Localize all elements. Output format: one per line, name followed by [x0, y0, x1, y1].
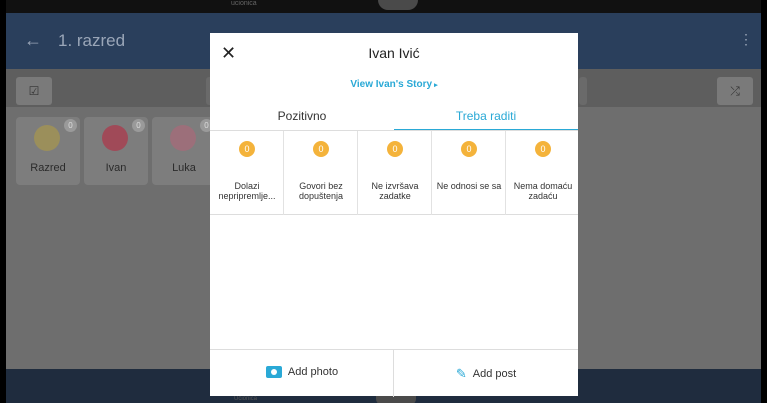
shuffle-icon: ⤮	[730, 84, 740, 98]
skill-tile[interactable]: 0 Ne odnosi se sa	[432, 131, 506, 215]
status-tiny-text: ucionica	[231, 0, 257, 7]
student-card-luka[interactable]: 0 Luka	[152, 117, 216, 185]
skill-tile[interactable]: 0 Dolazi nepripremlje...	[210, 131, 284, 215]
feedback-tabs: Pozitivno Treba raditi	[210, 105, 578, 131]
add-post-content: ✎ Add post	[394, 366, 578, 382]
skill-count-badge: 0	[461, 141, 477, 157]
student-card-ivan[interactable]: 0 Ivan	[84, 117, 148, 185]
add-photo-label: Add photo	[287, 366, 339, 378]
skill-count-badge: 0	[239, 141, 255, 157]
shuffle-button[interactable]: ⤮	[717, 77, 753, 105]
tab-pozitivno[interactable]: Pozitivno	[210, 105, 394, 131]
skill-label: Dolazi nepripremlje...	[218, 181, 276, 201]
add-post-label: Add post	[472, 367, 517, 380]
skill-count-badge: 0	[535, 141, 551, 157]
checkbox-icon: ☑	[28, 84, 40, 98]
avatar	[170, 125, 196, 151]
avatar	[34, 125, 60, 151]
play-arrow-icon: ▸	[434, 82, 438, 89]
pencil-icon: ✎	[455, 366, 467, 381]
skill-tile[interactable]: 0 Nema domaću zadaću	[506, 131, 578, 215]
skill-count-badge: 0	[313, 141, 329, 157]
add-post-button[interactable]: ✎ Add post	[394, 350, 578, 397]
class-title: 1. razred	[58, 31, 126, 50]
more-menu-icon[interactable]: ⋮	[739, 31, 753, 48]
status-strip: ucionica	[6, 0, 761, 13]
points-badge: 0	[132, 119, 145, 132]
student-name: Luka	[172, 162, 196, 174]
skill-count-badge: 0	[387, 141, 403, 157]
select-multiple-button[interactable]: ☑	[16, 77, 52, 105]
top-notch	[378, 0, 418, 10]
add-photo-content: Add photo	[210, 366, 394, 379]
skill-tile[interactable]: 0 Ne izvršava zadatke	[358, 131, 432, 215]
student-name: Razred	[30, 162, 66, 174]
skill-label: Ne izvršava zadatke	[371, 181, 419, 201]
student-name: Ivan	[105, 162, 127, 174]
dialog-title: Ivan Ivić	[368, 45, 420, 61]
skill-label: Nema domaću zadaću	[513, 181, 573, 201]
view-story-link[interactable]: View Ivan's Story ▸	[210, 79, 578, 90]
skill-label: Ne odnosi se sa	[436, 181, 502, 191]
student-feedback-dialog: ✕ Ivan Ivić View Ivan's Story ▸ Pozitivno…	[210, 33, 578, 397]
story-link-label: View Ivan's Story	[350, 79, 433, 90]
tab-treba-raditi[interactable]: Treba raditi	[394, 105, 578, 131]
dialog-footer: Add photo ✎ Add post	[210, 349, 578, 397]
skills-grid: 0 Dolazi nepripremlje... 0 Govori bez do…	[210, 131, 578, 215]
toolbar-segment	[579, 77, 587, 105]
back-arrow-icon[interactable]: ←	[24, 30, 42, 51]
skill-tile[interactable]: 0 Govori bez dopuštenja	[284, 131, 358, 215]
add-photo-button[interactable]: Add photo	[210, 350, 394, 397]
skill-label: Govori bez dopuštenja	[298, 181, 344, 201]
student-card-razred[interactable]: 0 Razred	[16, 117, 80, 185]
points-badge: 0	[64, 119, 77, 132]
camera-icon	[265, 366, 282, 379]
avatar	[102, 125, 128, 151]
